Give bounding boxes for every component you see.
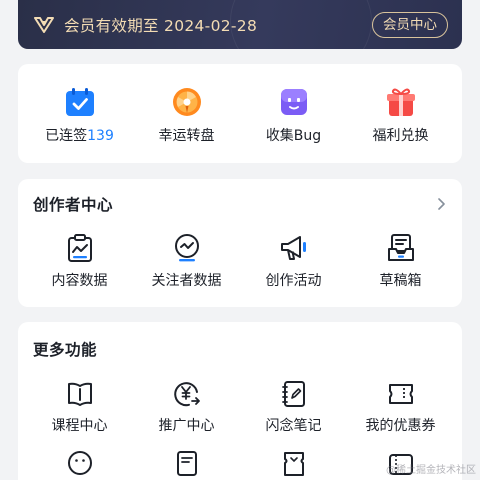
membership-banner: 会员有效期至 2024-02-28 会员中心 — [18, 0, 462, 49]
drafts-label: 草稿箱 — [379, 273, 422, 289]
coupon-icon — [388, 384, 413, 404]
flash-notes-item[interactable]: 闪念笔记 — [244, 380, 344, 435]
more-features-title: 更多功能 — [33, 341, 98, 359]
checkin-count: 139 — [87, 128, 114, 144]
drafts-icon — [387, 234, 414, 261]
flash-notes-label: 闪念笔记 — [265, 418, 322, 434]
row2-item-1[interactable] — [30, 449, 130, 477]
vip-crown-icon — [34, 16, 54, 33]
follower-data-label: 关注者数据 — [151, 273, 222, 289]
lucky-wheel-label: 幸运转盘 — [158, 128, 215, 144]
creation-activity-item[interactable]: 创作活动 — [244, 233, 344, 290]
watermark: @稀土掘金技术社区 — [386, 465, 476, 476]
lucky-wheel-item[interactable]: 幸运转盘 — [137, 86, 237, 145]
checkin-item[interactable]: 已连签139 — [30, 86, 130, 145]
smiley-icon — [67, 451, 92, 475]
course-center-item[interactable]: 课程中心 — [30, 380, 130, 435]
follower-data-icon — [174, 234, 199, 262]
checkin-label: 已连签 — [45, 128, 88, 144]
membership-expiry-text: 会员有效期至 2024-02-28 — [64, 16, 258, 35]
row2-item-3[interactable] — [244, 449, 344, 477]
my-coupons-label: 我的优惠券 — [365, 418, 436, 434]
course-book-icon — [67, 382, 92, 406]
promotion-center-label: 推广中心 — [158, 418, 215, 434]
collect-bug-item[interactable]: 收集Bug — [244, 86, 344, 145]
follower-data-item[interactable]: 关注者数据 — [137, 233, 237, 290]
row2-item-2[interactable] — [137, 449, 237, 477]
lucky-wheel-icon — [172, 88, 201, 116]
creator-center-card: 创作者中心 内容数据 关注者数据 创作活动 草稿箱 — [18, 179, 462, 307]
creation-activity-label: 创作活动 — [265, 273, 322, 289]
gift-icon — [386, 88, 415, 116]
member-center-button[interactable]: 会员中心 — [372, 11, 448, 38]
document-icon — [176, 451, 197, 476]
welfare-exchange-label: 福利兑换 — [372, 128, 429, 144]
content-data-item[interactable]: 内容数据 — [30, 233, 130, 290]
my-coupons-item[interactable]: 我的优惠券 — [351, 380, 451, 435]
notebook-icon — [281, 381, 305, 407]
quick-actions-card: 已连签139 幸运转盘 收集Bug 福利兑换 — [18, 64, 462, 163]
content-data-label: 内容数据 — [51, 273, 108, 289]
welfare-exchange-item[interactable]: 福利兑换 — [351, 86, 451, 145]
drafts-item[interactable]: 草稿箱 — [351, 233, 451, 290]
ticket-icon — [283, 452, 304, 476]
more-features-card: 更多功能 课程中心 推广中心 闪念笔记 我的优惠券 — [18, 322, 462, 480]
promotion-yen-icon — [173, 382, 200, 407]
creator-center-title: 创作者中心 — [33, 196, 114, 214]
course-center-label: 课程中心 — [51, 418, 108, 434]
megaphone-icon — [280, 236, 306, 260]
collect-bug-label: 收集Bug — [265, 128, 322, 144]
content-data-icon — [67, 234, 92, 262]
bug-collect-icon — [280, 89, 307, 115]
calendar-check-icon — [65, 88, 94, 116]
chevron-right-icon[interactable] — [436, 198, 446, 210]
promotion-center-item[interactable]: 推广中心 — [137, 380, 237, 435]
